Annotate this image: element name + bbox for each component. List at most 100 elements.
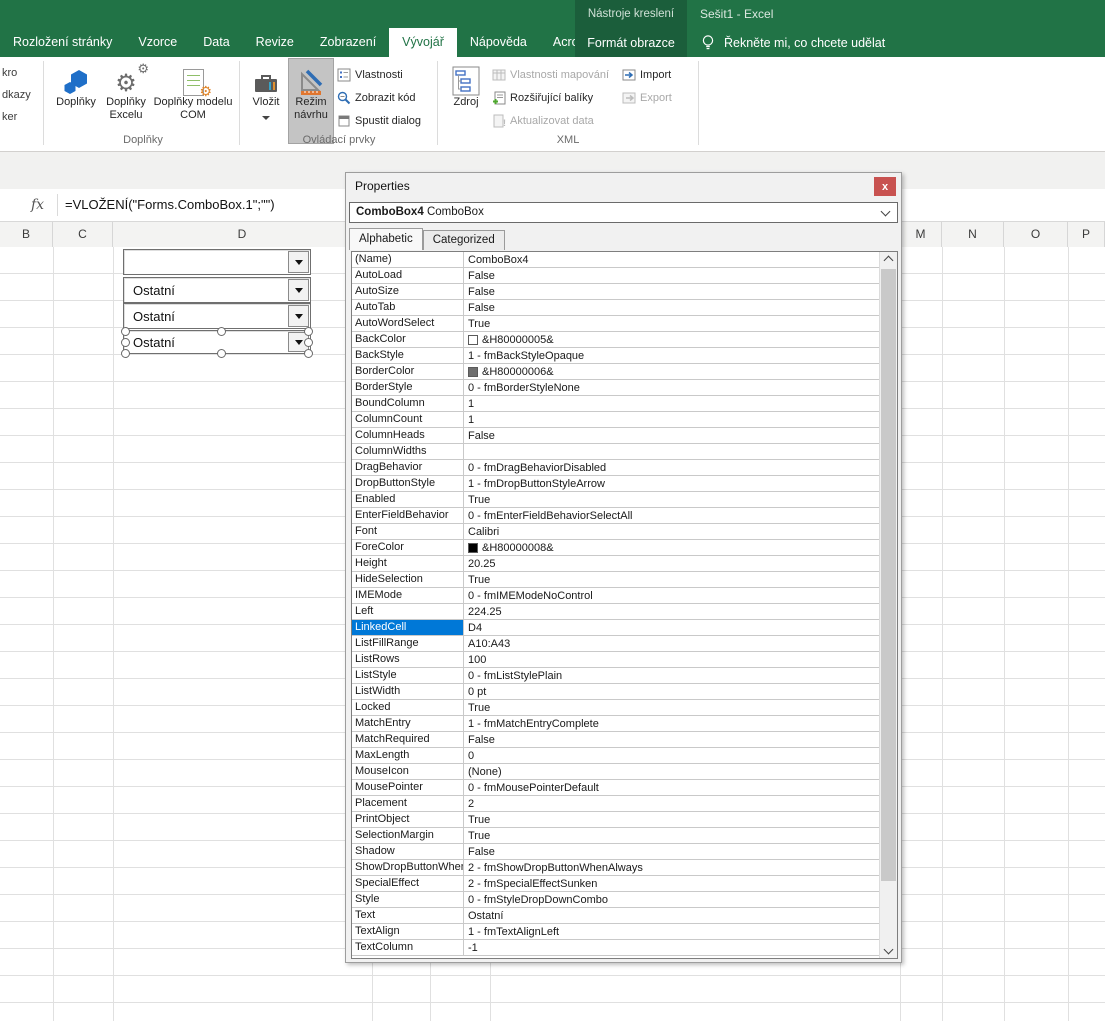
tab-zobrazeni[interactable]: Zobrazení (307, 28, 389, 57)
property-row-locked[interactable]: LockedTrue (352, 700, 897, 716)
column-header-p[interactable]: P (1068, 222, 1105, 247)
property-row-textalign[interactable]: TextAlign1 - fmTextAlignLeft (352, 924, 897, 940)
selection-handle[interactable] (304, 349, 313, 358)
property-value[interactable]: False (464, 300, 897, 315)
property-row-matchentry[interactable]: MatchEntry1 - fmMatchEntryComplete (352, 716, 897, 732)
xml-source-button[interactable]: Zdroj (446, 59, 486, 143)
property-row-enterfieldbehavior[interactable]: EnterFieldBehavior0 - fmEnterFieldBehavi… (352, 508, 897, 524)
property-row-enabled[interactable]: EnabledTrue (352, 492, 897, 508)
insert-control-button[interactable]: Vložit (245, 59, 287, 143)
selection-handle[interactable] (304, 327, 313, 336)
property-name[interactable]: MouseIcon (352, 764, 464, 779)
column-header-n[interactable]: N (942, 222, 1004, 247)
property-name[interactable]: MaxLength (352, 748, 464, 763)
property-row-printobject[interactable]: PrintObjectTrue (352, 812, 897, 828)
property-value[interactable]: 0 - fmDragBehaviorDisabled (464, 460, 897, 475)
property-row-matchrequired[interactable]: MatchRequiredFalse (352, 732, 897, 748)
property-value[interactable]: Ostatní (464, 908, 897, 923)
property-value[interactable]: False (464, 844, 897, 859)
column-header-d[interactable]: D (113, 222, 372, 247)
property-name[interactable]: ListWidth (352, 684, 464, 699)
property-row-height[interactable]: Height20.25 (352, 556, 897, 572)
property-row-specialeffect[interactable]: SpecialEffect2 - fmSpecialEffectSunken (352, 876, 897, 892)
property-name[interactable]: Font (352, 524, 464, 539)
property-name[interactable]: TextAlign (352, 924, 464, 939)
property-name[interactable]: BoundColumn (352, 396, 464, 411)
property-row-imemode[interactable]: IMEMode0 - fmIMEModeNoControl (352, 588, 897, 604)
property-name[interactable]: Shadow (352, 844, 464, 859)
tab-napoveda[interactable]: Nápověda (457, 28, 540, 57)
excel-addins-button[interactable]: ⚙ ⚙ Doplňky Excelu (101, 59, 151, 143)
property-row-selectionmargin[interactable]: SelectionMarginTrue (352, 828, 897, 844)
sheet-combobox-3[interactable]: Ostatní (123, 303, 311, 329)
property-row-textcolumn[interactable]: TextColumn-1 (352, 940, 897, 956)
property-row-autowordselect[interactable]: AutoWordSelectTrue (352, 316, 897, 332)
property-name[interactable]: Left (352, 604, 464, 619)
column-header-b[interactable]: B (0, 222, 53, 247)
property-row-columnheads[interactable]: ColumnHeadsFalse (352, 428, 897, 444)
property-row-backstyle[interactable]: BackStyle1 - fmBackStyleOpaque (352, 348, 897, 364)
property-value[interactable]: 2 - fmShowDropButtonWhenAlways (464, 860, 897, 875)
tab-vyvojar[interactable]: Vývojář (389, 28, 457, 57)
property-value[interactable]: 0 - fmListStylePlain (464, 668, 897, 683)
formula-text[interactable]: =VLOŽENÍ("Forms.ComboBox.1";"") (65, 189, 275, 221)
selection-handle[interactable] (121, 349, 130, 358)
property-value[interactable]: 1 (464, 412, 897, 427)
property-name[interactable]: DropButtonStyle (352, 476, 464, 491)
property-name[interactable]: BorderStyle (352, 380, 464, 395)
property-row-autosize[interactable]: AutoSizeFalse (352, 284, 897, 300)
property-value[interactable]: 0 - fmEnterFieldBehaviorSelectAll (464, 508, 897, 523)
property-name[interactable]: ListFillRange (352, 636, 464, 651)
selection-handle[interactable] (121, 327, 130, 336)
property-row-left[interactable]: Left224.25 (352, 604, 897, 620)
property-name[interactable]: MatchRequired (352, 732, 464, 747)
tab-categorized[interactable]: Categorized (423, 230, 505, 250)
selection-handle[interactable] (217, 349, 226, 358)
property-name[interactable]: AutoTab (352, 300, 464, 315)
property-row-dragbehavior[interactable]: DragBehavior0 - fmDragBehaviorDisabled (352, 460, 897, 476)
property-name[interactable]: AutoLoad (352, 268, 464, 283)
property-value[interactable]: &H80000005& (464, 332, 897, 347)
tab-rozlozeni-stranky[interactable]: Rozložení stránky (0, 28, 125, 57)
view-code-button[interactable]: Zobrazit kód (337, 88, 416, 108)
property-name[interactable]: BorderColor (352, 364, 464, 379)
property-name[interactable]: PrintObject (352, 812, 464, 827)
property-value[interactable]: 1 - fmMatchEntryComplete (464, 716, 897, 731)
import-button[interactable]: Import (622, 65, 671, 85)
fx-icon[interactable]: fx (31, 189, 44, 221)
property-name[interactable]: BackColor (352, 332, 464, 347)
control-properties-button[interactable]: Vlastnosti (337, 65, 403, 85)
property-row-linkedcell[interactable]: LinkedCellD4 (352, 620, 897, 636)
property-name[interactable]: ColumnCount (352, 412, 464, 427)
property-value[interactable]: 2 (464, 796, 897, 811)
property-value[interactable]: ComboBox4 (464, 252, 897, 267)
property-name[interactable]: MousePointer (352, 780, 464, 795)
addins-button[interactable]: Doplňky (52, 59, 100, 143)
property-name[interactable]: HideSelection (352, 572, 464, 587)
property-value[interactable]: (None) (464, 764, 897, 779)
property-value[interactable]: 1 - fmBackStyleOpaque (464, 348, 897, 363)
property-row-forecolor[interactable]: ForeColor&H80000008& (352, 540, 897, 556)
property-row-name[interactable]: (Name)ComboBox4 (352, 252, 897, 268)
property-row-bordercolor[interactable]: BorderColor&H80000006& (352, 364, 897, 380)
property-name[interactable]: DragBehavior (352, 460, 464, 475)
property-value[interactable]: False (464, 284, 897, 299)
property-value[interactable]: 1 - fmDropButtonStyleArrow (464, 476, 897, 491)
property-value[interactable]: False (464, 732, 897, 747)
sheet-combobox-1[interactable] (123, 249, 311, 275)
property-value[interactable]: 2 - fmSpecialEffectSunken (464, 876, 897, 891)
property-name[interactable]: BackStyle (352, 348, 464, 363)
property-row-dropbuttonstyle[interactable]: DropButtonStyle1 - fmDropButtonStyleArro… (352, 476, 897, 492)
tab-vzorce[interactable]: Vzorce (125, 28, 190, 57)
property-value[interactable]: 0 - fmMousePointerDefault (464, 780, 897, 795)
property-row-style[interactable]: Style0 - fmStyleDropDownCombo (352, 892, 897, 908)
tell-me-box[interactable]: Řekněte mi, co chcete udělat (700, 28, 885, 57)
property-name[interactable]: SpecialEffect (352, 876, 464, 891)
property-name[interactable]: Enabled (352, 492, 464, 507)
tab-revize[interactable]: Revize (243, 28, 307, 57)
sheet-combobox-2[interactable]: Ostatní (123, 277, 311, 303)
property-row-showdropbuttonwhen[interactable]: ShowDropButtonWhen2 - fmShowDropButtonWh… (352, 860, 897, 876)
property-value[interactable] (464, 444, 897, 459)
object-selector-dropdown[interactable]: ComboBox4 ComboBox (349, 202, 898, 223)
column-header-m[interactable]: M (900, 222, 942, 247)
